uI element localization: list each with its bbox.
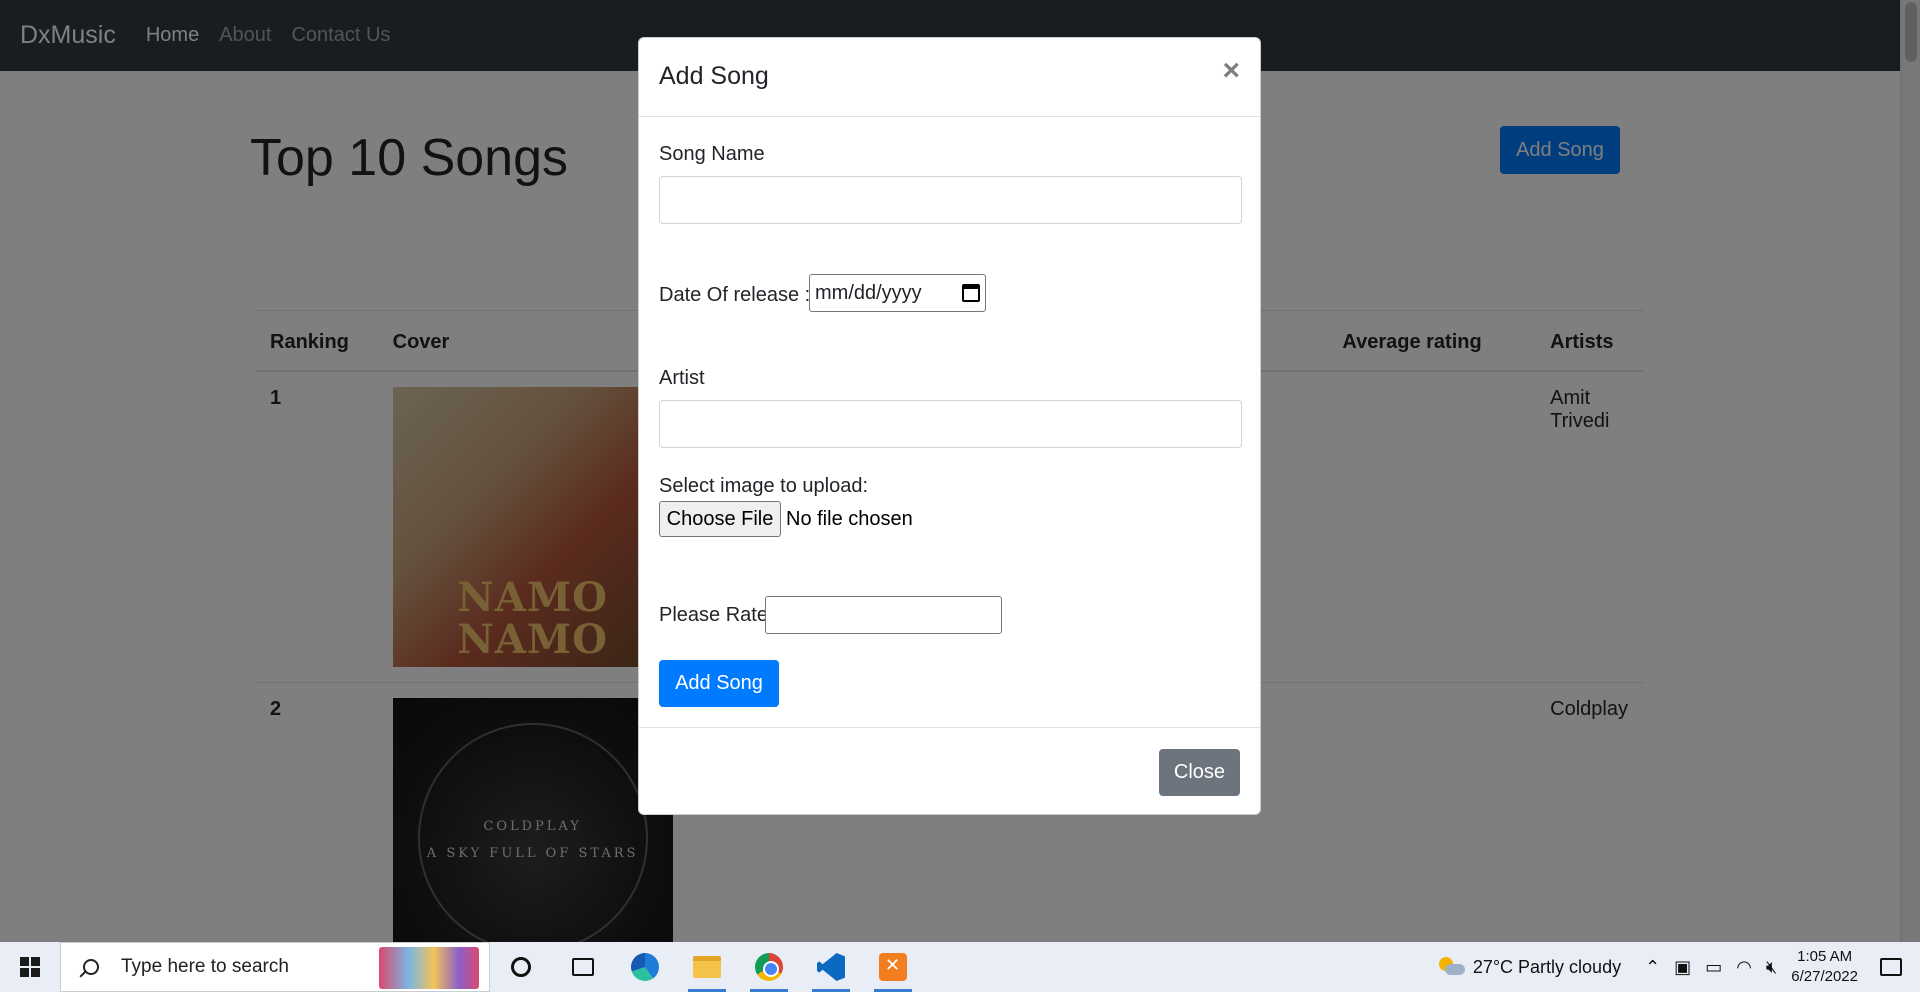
xampp-button[interactable]	[862, 942, 924, 992]
battery-icon[interactable]: ▭	[1705, 957, 1722, 978]
chevron-up-icon[interactable]: ⌃	[1645, 957, 1660, 978]
modal-header: Add Song ×	[639, 38, 1260, 117]
close-icon[interactable]: ×	[1222, 56, 1240, 86]
clock-time: 1:05 AM	[1797, 948, 1853, 965]
windows-logo-icon	[20, 957, 40, 977]
task-view-icon	[572, 958, 594, 976]
partly-cloudy-icon[interactable]	[1438, 957, 1465, 977]
system-tray: 27°C Partly cloudy ⌃ ▣ ▭ ◠ 🔇︎ 1:05 AM 6/…	[1438, 942, 1920, 992]
calendar-icon[interactable]	[962, 284, 980, 302]
modal-footer: Close	[639, 727, 1260, 815]
song-name-input[interactable]	[659, 176, 1242, 224]
taskbar-clock[interactable]: 1:05 AM 6/27/2022	[1791, 947, 1858, 987]
edge-button[interactable]	[614, 942, 676, 992]
vscode-button[interactable]	[800, 942, 862, 992]
close-button[interactable]: Close	[1159, 749, 1240, 796]
notification-icon[interactable]	[1880, 958, 1902, 976]
choose-file-button[interactable]: Choose File	[659, 501, 781, 537]
image-upload-label: Select image to upload:	[659, 475, 869, 497]
chrome-button[interactable]	[738, 942, 800, 992]
cortana-button[interactable]	[490, 942, 552, 992]
task-view-button[interactable]	[552, 942, 614, 992]
date-label: Date Of release :	[659, 284, 811, 306]
search-highlight-image[interactable]	[379, 947, 479, 989]
meet-now-icon[interactable]: ▣	[1674, 957, 1691, 978]
file-explorer-button[interactable]	[676, 942, 738, 992]
weather-text[interactable]: 27°C Partly cloudy	[1473, 957, 1621, 978]
cortana-icon	[511, 957, 531, 977]
chrome-icon	[755, 953, 783, 981]
volume-muted-icon[interactable]: 🔇︎	[1766, 957, 1777, 978]
file-status-text: No file chosen	[786, 508, 913, 530]
date-placeholder: mm/dd/yyyy	[815, 281, 922, 304]
modal-title: Add Song	[659, 62, 769, 90]
song-name-label: Song Name	[659, 143, 765, 165]
xampp-icon	[879, 953, 907, 981]
add-song-modal: Add Song × Song Name Date Of release : m…	[638, 37, 1261, 815]
edge-icon	[631, 953, 659, 981]
taskbar-search-box[interactable]: Type here to search	[60, 942, 490, 992]
vscode-icon	[817, 953, 845, 981]
wifi-icon[interactable]: ◠	[1736, 957, 1752, 978]
search-placeholder: Type here to search	[121, 956, 289, 977]
submit-add-song-button[interactable]: Add Song	[659, 660, 779, 707]
search-icon	[83, 959, 99, 975]
windows-taskbar: Type here to search 27°C Partly cloudy ⌃…	[0, 942, 1920, 992]
file-explorer-icon	[693, 956, 721, 978]
clock-date: 6/27/2022	[1791, 968, 1858, 985]
release-date-input[interactable]: mm/dd/yyyy	[809, 274, 986, 312]
rate-label: Please Rate	[659, 604, 768, 626]
artist-input[interactable]	[659, 400, 1242, 448]
artist-label: Artist	[659, 367, 705, 389]
start-button[interactable]	[0, 942, 60, 992]
rating-input[interactable]	[765, 596, 1002, 634]
